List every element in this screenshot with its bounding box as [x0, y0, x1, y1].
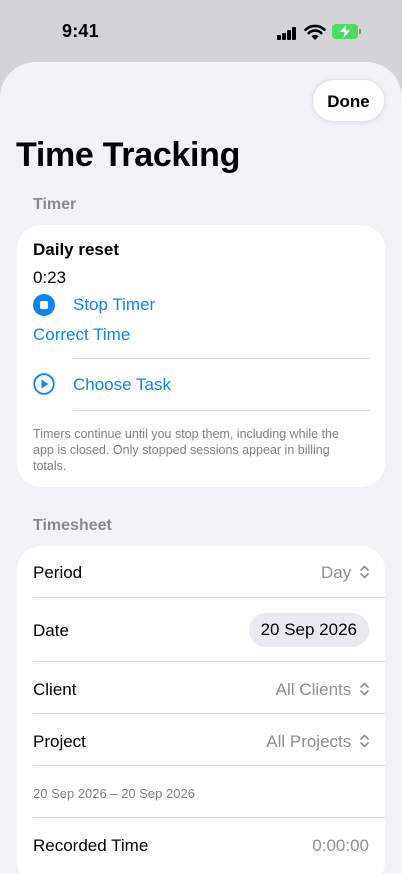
date-range-text: 20 Sep 2026 – 20 Sep 2026	[33, 786, 195, 801]
divider	[33, 765, 385, 766]
stop-icon	[33, 294, 55, 316]
period-label: Period	[33, 563, 83, 582]
client-value: All Clients	[275, 680, 352, 699]
done-button[interactable]: Done	[312, 79, 385, 122]
play-circle-icon	[33, 373, 55, 395]
timer-section-header: Timer	[33, 196, 77, 213]
cellular-signal-icon	[277, 27, 297, 40]
page-title: Time Tracking	[16, 136, 241, 174]
divider	[33, 817, 385, 818]
date-picker-button[interactable]: 20 Sep 2026	[248, 613, 369, 647]
timer-task-name: Daily reset	[33, 240, 119, 259]
project-value: All Projects	[266, 732, 352, 751]
stop-timer-label: Stop Timer	[73, 295, 156, 314]
wifi-icon	[304, 24, 326, 40]
divider	[33, 713, 385, 714]
period-value: Day	[321, 563, 352, 582]
choose-task-button[interactable]: Choose Task	[33, 372, 373, 398]
stop-timer-button[interactable]: Stop Timer	[33, 293, 373, 319]
project-picker[interactable]: All Projects	[266, 732, 369, 752]
status-time: 9:41	[62, 21, 99, 41]
chevron-up-down-icon	[360, 734, 369, 748]
chevron-up-down-icon	[360, 682, 369, 696]
project-label: Project	[33, 732, 86, 751]
timesheet-card: Period Day Date 20 Sep 2026 Client All C…	[17, 546, 385, 874]
correct-time-button[interactable]: Correct Time	[33, 325, 130, 345]
status-bar: 9:41	[0, 0, 402, 62]
chevron-up-down-icon	[360, 565, 369, 579]
divider	[73, 410, 370, 411]
timer-elapsed: 0:23	[33, 268, 67, 287]
choose-task-label: Choose Task	[73, 375, 171, 394]
time-tracking-sheet: Done Time Tracking Timer Daily reset 0:2…	[0, 62, 402, 874]
date-label: Date	[33, 621, 69, 640]
client-picker[interactable]: All Clients	[276, 680, 369, 700]
timer-footnote: Timers continue until you stop them, inc…	[33, 427, 339, 473]
timer-card: Daily reset 0:23 Stop Timer Correct Time…	[17, 225, 385, 487]
client-label: Client	[33, 680, 77, 699]
battery-cap	[359, 29, 361, 34]
divider	[33, 661, 385, 662]
timesheet-section-header: Timesheet	[33, 517, 112, 534]
divider	[33, 597, 385, 598]
recorded-time-label: Recorded Time	[33, 836, 149, 855]
recorded-time-value: 0:00:00	[312, 836, 369, 855]
divider	[73, 358, 370, 359]
battery-charging-icon	[332, 24, 358, 39]
period-picker[interactable]: Day	[321, 563, 369, 583]
